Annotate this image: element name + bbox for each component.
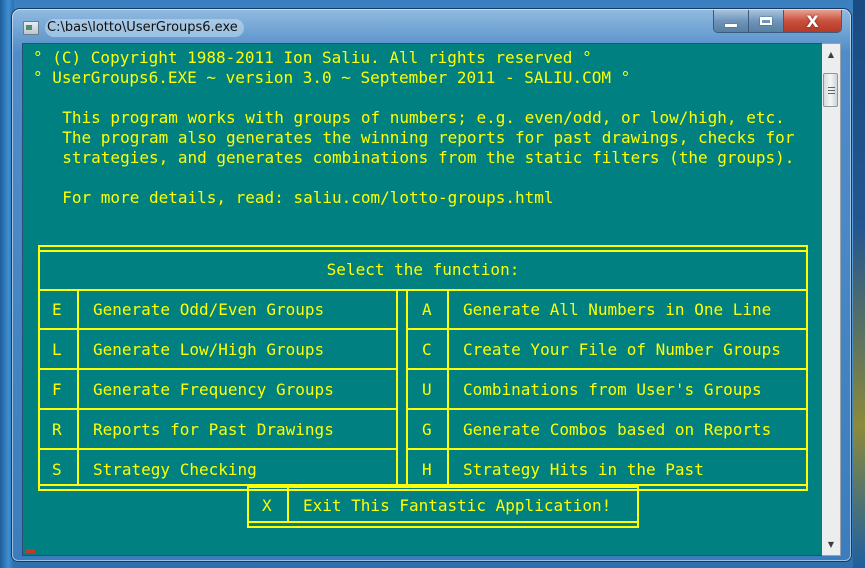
row-divider [38, 368, 398, 370]
menu-label: Exit This Fantastic Application! [303, 496, 612, 515]
maximize-button[interactable] [749, 10, 784, 32]
cursor-mark [25, 549, 35, 553]
row-divider [406, 408, 808, 410]
console-area[interactable]: ° (C) Copyright 1988-2011 Ion Saliu. All… [22, 43, 824, 556]
menu-label: Combinations from User's Groups [463, 380, 762, 399]
menu-key: U [422, 380, 432, 399]
menu-label: Generate Low/High Groups [93, 340, 325, 359]
menu-key: E [52, 300, 62, 319]
minimize-button[interactable] [714, 10, 749, 32]
console-app-icon[interactable] [23, 21, 39, 35]
row-divider [38, 328, 398, 330]
version-line: ° UserGroups6.EXE ~ version 3.0 ~ Septem… [33, 68, 631, 87]
row-divider [406, 328, 808, 330]
description-line: The program also generates the winning r… [43, 128, 795, 147]
copyright-line: ° (C) Copyright 1988-2011 Ion Saliu. All… [33, 48, 592, 67]
scroll-up-arrow-icon[interactable]: ▲ [822, 46, 840, 63]
close-icon: X [806, 11, 819, 31]
column-divider [396, 289, 398, 486]
description-line: This program works with groups of number… [43, 108, 785, 127]
close-button[interactable]: X [784, 10, 841, 32]
menu-key: F [52, 380, 62, 399]
desktop-background-right [853, 0, 865, 568]
menu-key: G [422, 420, 432, 439]
console-window: C:\bas\lotto\UserGroups6.exe X ° (C) Cop… [12, 9, 851, 561]
row-divider [38, 448, 398, 450]
title-bar[interactable]: C:\bas\lotto\UserGroups6.exe X [12, 9, 851, 43]
maximize-icon [760, 17, 772, 25]
description-line: strategies, and generates combinations f… [43, 148, 795, 167]
row-divider [406, 368, 808, 370]
details-link-line: For more details, read: saliu.com/lotto-… [43, 188, 554, 207]
scroll-down-arrow-icon[interactable]: ▼ [822, 536, 840, 553]
menu-label: Generate Frequency Groups [93, 380, 334, 399]
menu-label: Generate Combos based on Reports [463, 420, 772, 439]
key-divider-left [77, 289, 79, 486]
exit-key-divider [287, 486, 289, 523]
row-divider [406, 448, 808, 450]
minimize-icon [725, 23, 737, 27]
menu-label: Strategy Checking [93, 460, 257, 479]
window-title: C:\bas\lotto\UserGroups6.exe [45, 19, 244, 37]
menu-key: C [422, 340, 432, 359]
menu-label: Strategy Hits in the Past [463, 460, 704, 479]
menu-label: Generate Odd/Even Groups [93, 300, 325, 319]
menu-key: H [422, 460, 432, 479]
menu-title: Select the function: [326, 260, 520, 279]
menu-key: S [52, 460, 62, 479]
scroll-thumb[interactable] [823, 73, 838, 107]
column-divider [406, 289, 408, 486]
menu-key: A [422, 300, 432, 319]
menu-key: L [52, 340, 62, 359]
vertical-scrollbar[interactable]: ▲ ▼ [822, 43, 841, 556]
menu-label: Create Your File of Number Groups [463, 340, 781, 359]
window-controls: X [713, 10, 842, 33]
menu-label: Generate All Numbers in One Line [463, 300, 772, 319]
key-divider-right [447, 289, 449, 486]
menu-label: Reports for Past Drawings [93, 420, 334, 439]
menu-key: R [52, 420, 62, 439]
menu-key: X [262, 496, 272, 515]
row-divider [38, 408, 398, 410]
